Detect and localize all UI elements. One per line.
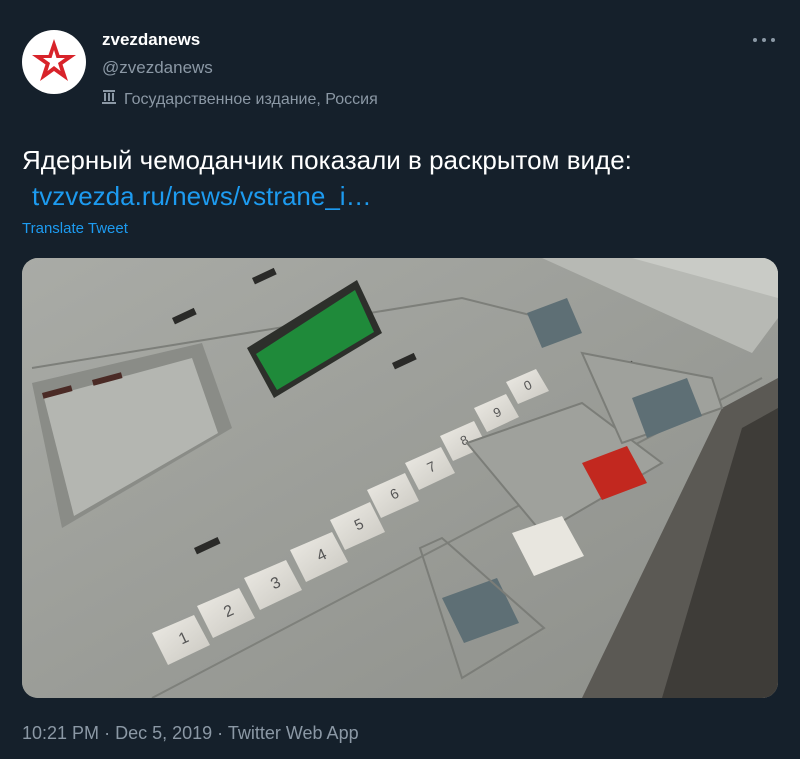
- zvezda-star-logo-icon: [32, 39, 76, 81]
- tweet-media-image[interactable]: 1 2 3 4 5 6 7 8 9 0: [22, 258, 778, 698]
- tweet-link[interactable]: tvzvezda.ru/news/vstrane_i…: [32, 178, 372, 214]
- nuclear-briefcase-photo: 1 2 3 4 5 6 7 8 9 0: [22, 258, 778, 698]
- separator-dot: ·: [104, 723, 111, 743]
- state-media-label[interactable]: Государственное издание, Россия: [100, 88, 378, 111]
- avatar[interactable]: [22, 30, 86, 94]
- tweet-body: Ядерный чемоданчик показали в раскрытом …: [22, 145, 632, 175]
- tweet-date[interactable]: Dec 5, 2019: [115, 723, 212, 743]
- more-options-icon[interactable]: [744, 26, 784, 54]
- state-media-label-text: Государственное издание, Россия: [124, 90, 378, 108]
- translate-tweet-link[interactable]: Translate Tweet: [22, 220, 128, 237]
- author-name[interactable]: zvezdanews: [102, 30, 200, 50]
- state-media-icon: [100, 88, 118, 111]
- tweet-time[interactable]: 10:21 PM: [22, 723, 99, 743]
- author-handle[interactable]: @zvezdanews: [102, 58, 213, 78]
- tweet-text: Ядерный чемоданчик показали в раскрытом …: [22, 142, 762, 214]
- separator-dot: ·: [217, 723, 224, 743]
- tweet-metadata: 10:21 PM · Dec 5, 2019 · Twitter Web App: [22, 723, 359, 744]
- tweet-source[interactable]: Twitter Web App: [228, 723, 359, 743]
